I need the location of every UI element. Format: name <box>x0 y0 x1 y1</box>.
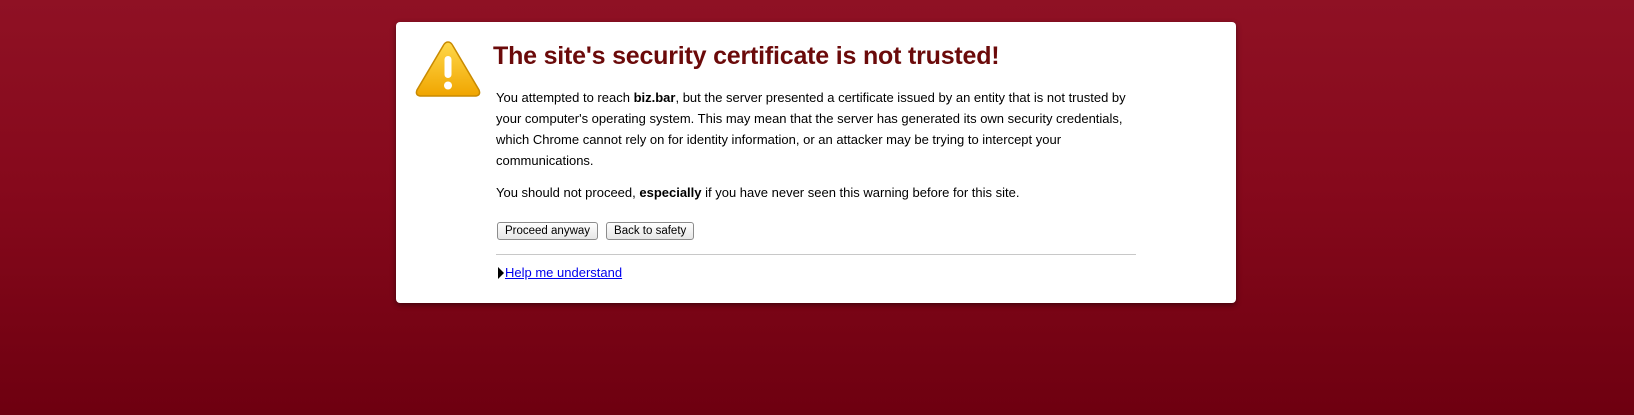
action-buttons: Proceed anyway Back to safety <box>497 222 695 240</box>
warning-triangle-icon <box>415 41 481 97</box>
back-to-safety-button[interactable]: Back to safety <box>606 222 695 240</box>
warning-paragraph: You should not proceed, especially if yo… <box>496 182 1136 203</box>
disclosure-triangle-icon[interactable] <box>498 266 504 279</box>
warning-text-start: You should not proceed, <box>496 185 640 200</box>
proceed-anyway-button[interactable]: Proceed anyway <box>497 222 599 240</box>
explanation-text-start: You attempted to reach <box>496 90 634 105</box>
warning-text-end: if you have never seen this warning befo… <box>701 185 1020 200</box>
divider <box>496 254 1136 255</box>
help-me-understand-link[interactable]: Help me understand <box>505 265 622 280</box>
interstitial-card: The site's security certificate is not t… <box>396 22 1236 303</box>
warning-emphasis: especially <box>639 185 702 200</box>
help-section[interactable]: Help me understand <box>498 265 622 280</box>
host-name: biz.bar <box>633 90 676 105</box>
page-title: The site's security certificate is not t… <box>493 42 1000 70</box>
explanation-paragraph: You attempted to reach biz.bar, but the … <box>496 87 1136 171</box>
